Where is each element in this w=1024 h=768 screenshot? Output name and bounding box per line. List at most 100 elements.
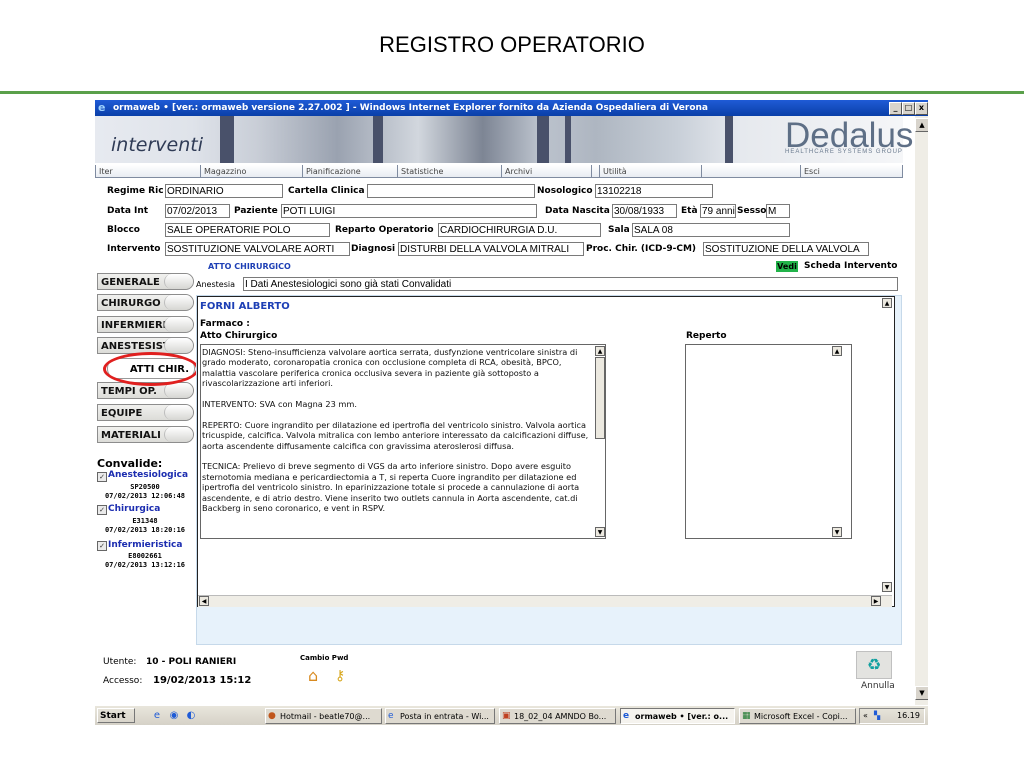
tab-materiali[interactable]: MATERIALI: [97, 426, 194, 443]
convalida-date: 07/02/2013 13:12:16: [104, 561, 186, 569]
annulla-button[interactable]: ♻: [856, 651, 892, 679]
utente-label: Utente:: [103, 657, 137, 667]
anestesia-label: Anestesia: [196, 280, 235, 289]
tab-infermiere[interactable]: INFERMIERE: [97, 316, 194, 333]
tab-equipe[interactable]: EQUIPE: [97, 404, 194, 421]
diagnosi-field[interactable]: DISTURBI DELLA VALVOLA MITRALI: [398, 242, 584, 256]
clock: 16.19: [897, 711, 920, 720]
atto-chirurgico-label: Atto Chirurgico: [200, 331, 278, 341]
farmaco-label: Farmaco :: [200, 319, 250, 329]
scroll-down-icon[interactable]: ▼: [832, 527, 842, 537]
scroll-down-icon[interactable]: ▼: [915, 686, 928, 700]
atto-chirurgico-text: DIAGNOSI: Steno-insufficienza valvolare …: [202, 347, 589, 514]
atto-chirurgico-textarea[interactable]: DIAGNOSI: Steno-insufficienza valvolare …: [200, 344, 606, 539]
maximize-button[interactable]: □: [902, 102, 915, 115]
taskbar-item-hotmail[interactable]: ● Hotmail - beatle70@...: [265, 708, 382, 724]
tab-label: MATERIALI: [101, 430, 161, 441]
eta-field[interactable]: 79 anni: [700, 204, 736, 218]
menu-archivi[interactable]: Archivi: [501, 165, 591, 178]
system-tray: « ▚ 16.19: [859, 708, 925, 724]
checkbox-icon[interactable]: ✓: [97, 541, 107, 551]
menu-pianificazione[interactable]: Pianificazione: [302, 165, 397, 178]
taskbar-item-posta[interactable]: e Posta in entrata - Wi...: [385, 708, 495, 724]
convalida-chirurgica: Chirurgica: [108, 504, 161, 514]
start-button[interactable]: Start: [97, 708, 135, 723]
browser-window: e ormaweb • [ver.: ormaweb versione 2.27…: [95, 100, 928, 725]
excel-icon: ▦: [742, 711, 751, 721]
section-title: ATTO CHIRURGICO: [208, 262, 291, 271]
browser-vertical-scrollbar[interactable]: ▲ ▼: [915, 116, 928, 725]
data-nascita-field[interactable]: 30/08/1933: [612, 204, 677, 218]
key-icon[interactable]: ⚷: [335, 668, 353, 684]
reperto-textarea[interactable]: ▲ ▼: [685, 344, 852, 539]
data-nascita-label: Data Nascita: [545, 206, 610, 216]
tab-label: INFERMIERE: [101, 320, 170, 331]
data-int-field[interactable]: 07/02/2013: [165, 204, 230, 218]
taskbar-item-excel[interactable]: ▦ Microsoft Excel - Copi...: [739, 708, 856, 724]
surgeon-name: FORNI ALBERTO: [200, 301, 290, 312]
tab-generale[interactable]: GENERALE: [97, 273, 194, 290]
checkbox-icon[interactable]: ✓: [97, 505, 107, 515]
scroll-right-icon[interactable]: ▶: [871, 596, 881, 606]
convalida-code: E31348: [132, 517, 158, 525]
convalida-anestesiologica: Anestesiologica: [108, 470, 189, 480]
scroll-left-icon[interactable]: ◀: [199, 596, 209, 606]
convalida-code: E8002661: [128, 552, 162, 560]
menu-magazzino[interactable]: Magazzino: [200, 165, 302, 178]
reparto-field[interactable]: CARDIOCHIRURGIA D.U.: [438, 223, 601, 237]
network-icon[interactable]: ▚: [874, 709, 880, 723]
horizontal-scrollbar[interactable]: ◀ ▶: [198, 595, 892, 607]
menu-utilita[interactable]: Utilità: [599, 165, 701, 178]
scheda-intervento-link[interactable]: Scheda Intervento: [804, 261, 897, 271]
scroll-thumb[interactable]: [595, 357, 605, 439]
nosologico-label: Nosologico: [537, 186, 593, 196]
module-title: interventi: [111, 134, 203, 156]
scroll-down-icon[interactable]: ▼: [882, 582, 892, 592]
regime-label: Regime Ric: [107, 186, 164, 196]
intervento-field[interactable]: SOSTITUZIONE VALVOLARE AORTI: [165, 242, 350, 256]
scroll-up-icon[interactable]: ▲: [915, 118, 928, 132]
sala-field[interactable]: SALA 08: [632, 223, 790, 237]
cartella-field[interactable]: [367, 184, 535, 198]
menu-statistiche[interactable]: Statistiche: [397, 165, 501, 178]
blocco-label: Blocco: [107, 225, 140, 235]
convalida-date: 07/02/2013 12:06:48: [104, 492, 186, 500]
anestesia-field[interactable]: I Dati Anestesiologici sono già stati Co…: [243, 277, 898, 291]
blocco-field[interactable]: SALE OPERATORIE POLO: [165, 223, 330, 237]
sesso-label: Sesso: [737, 206, 767, 216]
tab-label: EQUIPE: [101, 408, 143, 419]
scroll-up-icon[interactable]: ▲: [882, 298, 892, 308]
internet-explorer-icon: e: [98, 101, 106, 114]
powerpoint-icon: ▣: [502, 711, 511, 721]
menu-esci[interactable]: Esci: [800, 165, 903, 178]
vedi-button[interactable]: Vedi: [776, 261, 798, 272]
minimize-button[interactable]: _: [889, 102, 902, 115]
sesso-field[interactable]: M: [766, 204, 790, 218]
outlook-icon[interactable]: ◉: [168, 710, 180, 722]
scroll-down-icon[interactable]: ▼: [595, 527, 605, 537]
paziente-field[interactable]: POTI LUIGI: [281, 204, 537, 218]
tray-expand-icon[interactable]: «: [863, 709, 868, 723]
checkbox-icon[interactable]: ✓: [97, 472, 107, 482]
convalide-title: Convalide:: [97, 457, 163, 470]
internet-explorer-icon[interactable]: e: [151, 710, 163, 722]
proc-chir-label: Proc. Chir. (ICD-9-CM): [586, 244, 697, 254]
main-menu: Iter Magazzino Pianificazione Statistich…: [95, 165, 903, 179]
nosologico-field[interactable]: 13102218: [595, 184, 713, 198]
taskbar-item-document[interactable]: ▣ 18_02_04 AMNDO Bo...: [499, 708, 616, 724]
convalida-date: 07/02/2013 18:20:16: [104, 526, 186, 534]
internet-explorer-icon: e: [623, 711, 630, 721]
window-titlebar[interactable]: e ormaweb • [ver.: ormaweb versione 2.27…: [95, 100, 928, 116]
scroll-up-icon[interactable]: ▲: [832, 346, 842, 356]
menu-iter[interactable]: Iter: [95, 165, 200, 178]
accesso-value: 19/02/2013 15:12: [153, 675, 252, 686]
media-icon[interactable]: ◐: [185, 710, 197, 722]
convalida-code: SP20500: [130, 483, 160, 491]
close-button[interactable]: x: [915, 102, 928, 115]
proc-chir-field[interactable]: SOSTITUZIONE DELLA VALVOLA: [703, 242, 869, 256]
tab-chirurgo[interactable]: CHIRURGO: [97, 294, 194, 311]
home-icon[interactable]: ⌂: [308, 668, 326, 684]
regime-field[interactable]: ORDINARIO: [165, 184, 283, 198]
taskbar-item-ormaweb[interactable]: e ormaweb • [ver.: o...: [620, 708, 735, 724]
scroll-up-icon[interactable]: ▲: [595, 346, 605, 356]
